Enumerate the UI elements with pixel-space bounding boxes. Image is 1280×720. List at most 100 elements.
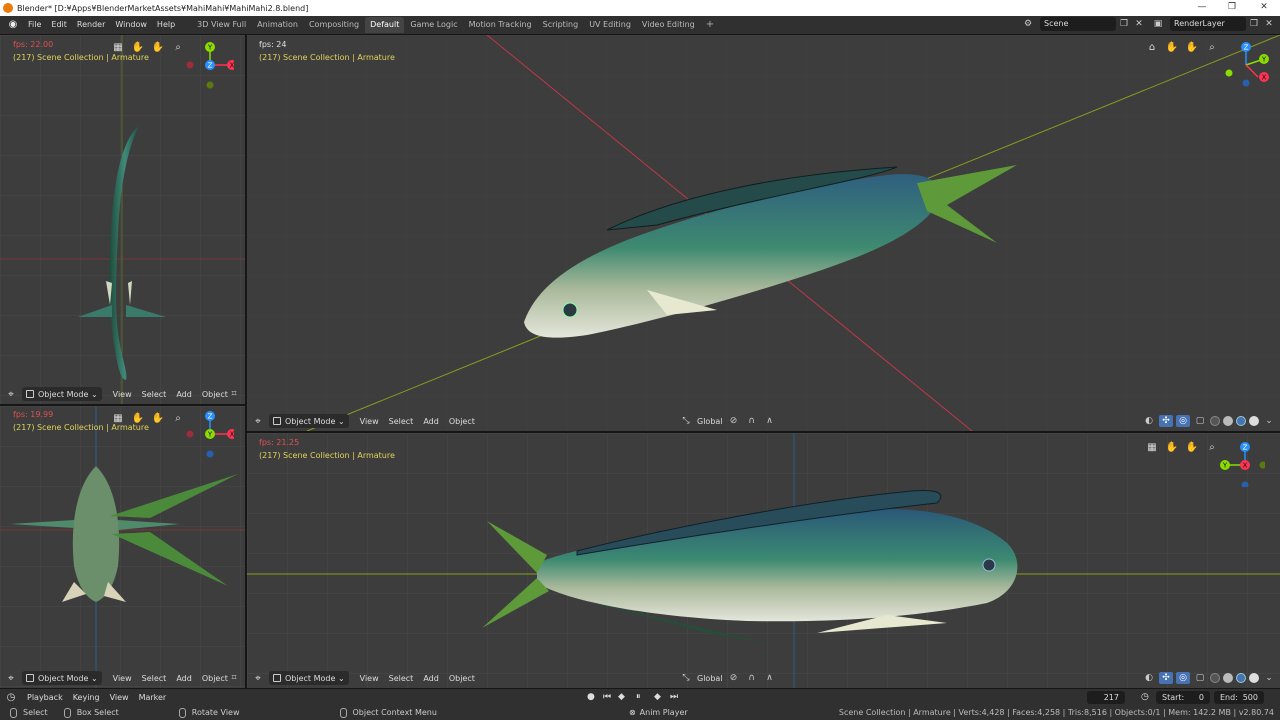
camera-view-icon[interactable]: ✋	[1164, 441, 1180, 455]
record-button[interactable]: ●	[587, 690, 595, 704]
tab-video-editing[interactable]: Video Editing	[637, 17, 700, 33]
zoom-view-icon[interactable]: ⌕	[1204, 41, 1220, 55]
overlay-toggle-icon[interactable]: ⌗	[227, 388, 241, 400]
menu-select[interactable]: Select	[142, 390, 167, 399]
jump-keyframe-back-icon[interactable]: ◆	[618, 690, 625, 704]
end-frame-field[interactable]: End: 500	[1214, 691, 1264, 704]
camera-view-icon[interactable]: ✋	[130, 41, 146, 55]
menu-object[interactable]: Object	[449, 417, 475, 426]
menu-view[interactable]: View	[360, 417, 379, 426]
shading-rendered-icon[interactable]	[1249, 416, 1259, 426]
jump-keyframe-forward-icon[interactable]: ◆	[654, 690, 661, 704]
viewport-top-right[interactable]: fps: 24 (217) Scene Collection | Armatur…	[247, 35, 1280, 431]
pan-view-icon[interactable]: ✋	[150, 412, 166, 426]
new-scene-icon[interactable]: ❐	[1117, 17, 1131, 31]
overlay-toggle-icon[interactable]: ⌗	[227, 672, 241, 684]
editor-type-icon[interactable]: ⌖	[0, 673, 22, 684]
minimize-button[interactable]: —	[1188, 0, 1216, 16]
timeline-editor-icon[interactable]: ◷	[0, 692, 22, 703]
navigation-gizmo[interactable]: Z Y X	[1217, 439, 1265, 487]
pan-view-icon[interactable]: ✋	[1184, 41, 1200, 55]
pivot-icon[interactable]: ⊘	[727, 672, 741, 684]
navigation-gizmo[interactable]: Z Y X	[1224, 41, 1272, 89]
menu-view[interactable]: View	[113, 674, 132, 683]
shading-options-icon[interactable]: ⌄	[1262, 415, 1276, 427]
menu-add[interactable]: Add	[176, 390, 192, 399]
jump-end-icon[interactable]: ⏭	[670, 690, 678, 704]
shading-wireframe-icon[interactable]	[1210, 416, 1220, 426]
tab-game-logic[interactable]: Game Logic	[405, 17, 462, 33]
tab-3d-view-full[interactable]: 3D View Full	[192, 17, 251, 33]
menu-keying[interactable]: Keying	[73, 693, 100, 702]
menu-edit[interactable]: Edit	[46, 16, 72, 34]
navigation-gizmo[interactable]: Z Y X	[186, 410, 234, 458]
toggle-camera-icon[interactable]: ▦	[110, 412, 126, 426]
menu-select[interactable]: Select	[142, 674, 167, 683]
menu-playback[interactable]: Playback	[27, 693, 63, 702]
blender-logo-icon[interactable]: ◉	[6, 18, 20, 32]
orientation-icon[interactable]: ⤡	[679, 415, 693, 427]
tab-scripting[interactable]: Scripting	[538, 17, 584, 33]
object-mode-dropdown[interactable]: Object Mode ⌄	[22, 671, 102, 685]
snap-icon[interactable]: ∩	[745, 672, 759, 684]
tab-animation[interactable]: Animation	[252, 17, 303, 33]
menu-help[interactable]: Help	[152, 16, 180, 34]
xray-toggle-icon[interactable]: ▢	[1193, 672, 1207, 684]
remove-scene-icon[interactable]: ✕	[1133, 17, 1145, 31]
gizmo-toggle-icon[interactable]: ✣	[1159, 415, 1173, 427]
tab-default[interactable]: Default	[365, 17, 405, 33]
editor-type-icon[interactable]: ⌖	[0, 389, 22, 400]
menu-view[interactable]: View	[113, 390, 132, 399]
status-anim-player[interactable]: ⊗ Anim Player	[629, 708, 688, 717]
toggle-camera-icon[interactable]: ▦	[110, 41, 126, 55]
menu-select[interactable]: Select	[389, 417, 414, 426]
jump-start-icon[interactable]: ⏮	[603, 690, 611, 704]
object-mode-dropdown[interactable]: Object Mode ⌄	[269, 671, 349, 685]
pivot-icon[interactable]: ⊘	[727, 415, 741, 427]
object-mode-dropdown[interactable]: Object Mode ⌄	[22, 387, 102, 401]
visibility-icon[interactable]: ◐	[1142, 672, 1156, 684]
menu-object[interactable]: Object	[202, 390, 228, 399]
menu-window[interactable]: Window	[110, 16, 152, 34]
start-frame-field[interactable]: Start: 0	[1156, 691, 1210, 704]
scene-selector-icon[interactable]: ⚙	[1018, 17, 1038, 31]
tab-motion-tracking[interactable]: Motion Tracking	[464, 17, 537, 33]
snap-icon[interactable]: ∩	[745, 415, 759, 427]
menu-file[interactable]: File	[23, 16, 46, 34]
proportional-edit-icon[interactable]: ∧	[763, 672, 777, 684]
menu-add[interactable]: Add	[423, 417, 439, 426]
shading-material-icon[interactable]	[1236, 673, 1246, 683]
camera-view-icon[interactable]: ✋	[130, 412, 146, 426]
zoom-view-icon[interactable]: ⌕	[170, 412, 186, 426]
orientation-icon[interactable]: ⤡	[679, 672, 693, 684]
menu-render[interactable]: Render	[72, 16, 110, 34]
menu-object[interactable]: Object	[202, 674, 228, 683]
orientation-dropdown[interactable]: Global	[697, 417, 723, 426]
scene-field[interactable]: Scene	[1040, 17, 1116, 31]
new-view-layer-icon[interactable]: ❐	[1247, 17, 1261, 31]
pan-view-icon[interactable]: ✋	[1184, 441, 1200, 455]
pause-button[interactable]: ⏸	[636, 690, 641, 704]
current-frame-field[interactable]: 217	[1087, 691, 1125, 704]
close-button[interactable]: ✕	[1250, 0, 1278, 16]
menu-timeline-view[interactable]: View	[110, 693, 129, 702]
proportional-edit-icon[interactable]: ∧	[763, 415, 777, 427]
xray-toggle-icon[interactable]: ▢	[1193, 415, 1207, 427]
editor-type-icon[interactable]: ⌖	[247, 416, 269, 427]
tab-uv-editing[interactable]: UV Editing	[584, 17, 636, 33]
navigation-gizmo[interactable]: Y Z X	[186, 41, 234, 89]
menu-add[interactable]: Add	[176, 674, 192, 683]
visibility-icon[interactable]: ◐	[1142, 415, 1156, 427]
toggle-camera-icon[interactable]: ⌂	[1144, 41, 1160, 55]
viewport-bottom-right[interactable]: fps: 21.25 (217) Scene Collection | Arma…	[247, 433, 1280, 688]
menu-marker[interactable]: Marker	[139, 693, 167, 702]
camera-view-icon[interactable]: ✋	[1164, 41, 1180, 55]
viewport-top-left[interactable]: fps: 22.00 (217) Scene Collection | Arma…	[0, 35, 245, 404]
toggle-camera-icon[interactable]: ▦	[1144, 441, 1160, 455]
orientation-dropdown[interactable]: Global	[697, 674, 723, 683]
shading-solid-icon[interactable]	[1223, 673, 1233, 683]
menu-object[interactable]: Object	[449, 674, 475, 683]
tab-compositing[interactable]: Compositing	[304, 17, 364, 33]
overlay-toggle-icon[interactable]: ◎	[1176, 415, 1190, 427]
menu-select[interactable]: Select	[389, 674, 414, 683]
